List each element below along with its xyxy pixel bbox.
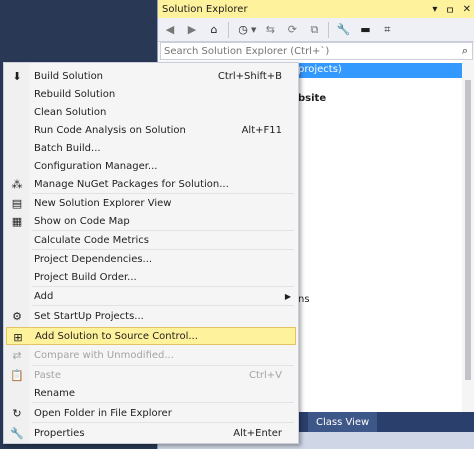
menu-item-new-solution-explorer-view[interactable]: ▤ New Solution Explorer View bbox=[6, 194, 296, 212]
menu-item-properties[interactable]: 🔧 Properties Alt+Enter bbox=[6, 424, 296, 442]
menu-item-label: Show on Code Map bbox=[34, 215, 130, 227]
menu-item-add-to-source-control[interactable]: ⊞ Add Solution to Source Control... bbox=[6, 327, 296, 345]
menu-item-calculate-code-metrics[interactable]: Calculate Code Metrics bbox=[6, 231, 296, 249]
refresh-icon[interactable]: ⟳ bbox=[284, 22, 300, 38]
menu-item-open-folder[interactable]: ↻ Open Folder in File Explorer bbox=[6, 404, 296, 422]
toolbar-separator bbox=[328, 21, 330, 38]
submenu-arrow-icon: ▶ bbox=[284, 291, 291, 301]
solution-explorer-title-bar[interactable]: Solution Explorer ▾ ㅁ ✕ bbox=[158, 0, 474, 18]
menu-item-label: Rebuild Solution bbox=[34, 88, 116, 100]
menu-item-label: Add bbox=[34, 290, 54, 302]
menu-item-label: Set StartUp Projects... bbox=[34, 310, 144, 322]
menu-item-compare-with-unmodified[interactable]: ⇄ Compare with Unmodified... bbox=[6, 346, 296, 364]
compare-icon: ⇄ bbox=[12, 348, 22, 362]
menu-item-set-startup-projects[interactable]: ⚙ Set StartUp Projects... bbox=[6, 307, 296, 325]
source-control-icon: ⊞ bbox=[13, 330, 23, 344]
solution-explorer-title: Solution Explorer bbox=[162, 3, 248, 15]
menu-item-label: Compare with Unmodified... bbox=[34, 349, 174, 361]
search-box[interactable]: ⌕ bbox=[160, 42, 473, 60]
auto-hide-pin-icon[interactable]: ㅁ bbox=[445, 2, 454, 17]
menu-item-rebuild-solution[interactable]: Rebuild Solution bbox=[6, 85, 296, 103]
tree-selected-label: projects) bbox=[298, 64, 342, 75]
sync-icon[interactable]: ⇆ bbox=[262, 22, 278, 38]
menu-item-batch-build[interactable]: Batch Build... bbox=[6, 139, 296, 157]
gear-icon: ⚙ bbox=[12, 309, 22, 323]
new-view-icon: ▤ bbox=[11, 196, 23, 210]
search-icon[interactable]: ⌕ bbox=[462, 44, 468, 58]
toolbar-separator bbox=[228, 21, 229, 38]
menu-item-label: Batch Build... bbox=[34, 142, 101, 154]
menu-item-shortcut: Alt+Enter bbox=[233, 427, 282, 439]
menu-item-run-code-analysis[interactable]: Run Code Analysis on Solution Alt+F11 bbox=[6, 121, 296, 139]
menu-item-label: Clean Solution bbox=[34, 106, 107, 118]
history-icon[interactable]: ◷ bbox=[235, 22, 251, 38]
menu-item-configuration-manager[interactable]: Configuration Manager... bbox=[6, 157, 296, 175]
menu-item-label: Properties bbox=[34, 427, 85, 439]
menu-item-project-dependencies[interactable]: Project Dependencies... bbox=[6, 250, 296, 268]
home-icon[interactable]: ⌂ bbox=[206, 22, 222, 38]
menu-item-label: New Solution Explorer View bbox=[34, 197, 172, 209]
collapse-all-icon[interactable]: ⧉ bbox=[306, 22, 322, 38]
menu-item-clean-solution[interactable]: Clean Solution bbox=[6, 103, 296, 121]
menu-item-manage-nuget[interactable]: ⁂ Manage NuGet Packages for Solution... bbox=[6, 175, 296, 193]
menu-item-label: Paste bbox=[34, 369, 61, 381]
menu-item-paste[interactable]: 📋 Paste Ctrl+V bbox=[6, 366, 296, 384]
menu-item-label: Add Solution to Source Control... bbox=[35, 330, 198, 342]
menu-item-add[interactable]: Add ▶ bbox=[6, 287, 296, 305]
menu-item-label: Configuration Manager... bbox=[34, 160, 158, 172]
chevron-down-icon[interactable]: ▼ bbox=[251, 26, 256, 34]
menu-separator bbox=[32, 422, 294, 423]
wrench-icon[interactable]: 🔧 bbox=[335, 22, 351, 38]
menu-item-label: Manage NuGet Packages for Solution... bbox=[34, 178, 229, 190]
menu-item-project-build-order[interactable]: Project Build Order... bbox=[6, 268, 296, 286]
wrench-icon: 🔧 bbox=[10, 426, 24, 440]
close-icon[interactable]: ✕ bbox=[463, 4, 471, 15]
vertical-scrollbar[interactable] bbox=[462, 60, 474, 412]
solution-explorer-toolbar: ◀ ▶ ⌂ ◷ ▼ ⇆ ⟳ ⧉ 🔧 ▬ ⌗ bbox=[158, 18, 474, 42]
menu-item-shortcut: Ctrl+Shift+B bbox=[217, 70, 282, 82]
menu-item-show-on-code-map[interactable]: ▦ Show on Code Map bbox=[6, 212, 296, 230]
menu-item-build-solution[interactable]: ⬇ Build Solution Ctrl+Shift+B bbox=[6, 67, 296, 85]
menu-item-shortcut: Alt+F11 bbox=[241, 124, 282, 136]
menu-item-shortcut: Ctrl+V bbox=[248, 369, 282, 381]
menu-item-label: Project Build Order... bbox=[34, 271, 137, 283]
menu-separator bbox=[32, 402, 294, 403]
menu-item-label: Open Folder in File Explorer bbox=[34, 407, 172, 419]
back-icon[interactable]: ◀ bbox=[162, 22, 178, 38]
tree-item-fragment[interactable]: bsite bbox=[298, 93, 326, 104]
nuget-icon: ⁂ bbox=[11, 177, 23, 191]
code-map-icon: ▦ bbox=[11, 214, 23, 228]
menu-item-label: Calculate Code Metrics bbox=[34, 234, 149, 246]
tree-item-fragment[interactable]: ns bbox=[298, 294, 310, 305]
tab-class-view[interactable]: Class View bbox=[308, 412, 378, 432]
menu-item-rename[interactable]: Rename bbox=[6, 384, 296, 402]
open-folder-icon: ↻ bbox=[12, 406, 22, 420]
scrollbar-thumb[interactable] bbox=[465, 80, 471, 380]
build-icon: ⬇ bbox=[12, 69, 22, 83]
paste-icon: 📋 bbox=[10, 368, 24, 382]
menu-item-label: Run Code Analysis on Solution bbox=[34, 124, 186, 136]
menu-item-label: Rename bbox=[34, 387, 76, 399]
solution-context-menu: ⬇ Build Solution Ctrl+Shift+B Rebuild So… bbox=[3, 62, 299, 444]
show-all-files-icon[interactable]: ▬ bbox=[357, 22, 373, 38]
search-input[interactable] bbox=[164, 45, 444, 57]
class-diagram-icon[interactable]: ⌗ bbox=[379, 22, 395, 38]
menu-item-label: Build Solution bbox=[34, 70, 104, 82]
forward-icon[interactable]: ▶ bbox=[184, 22, 200, 38]
menu-separator bbox=[32, 305, 294, 306]
menu-item-label: Project Dependencies... bbox=[34, 253, 153, 265]
dropdown-arrow-icon[interactable]: ▾ bbox=[432, 4, 437, 15]
